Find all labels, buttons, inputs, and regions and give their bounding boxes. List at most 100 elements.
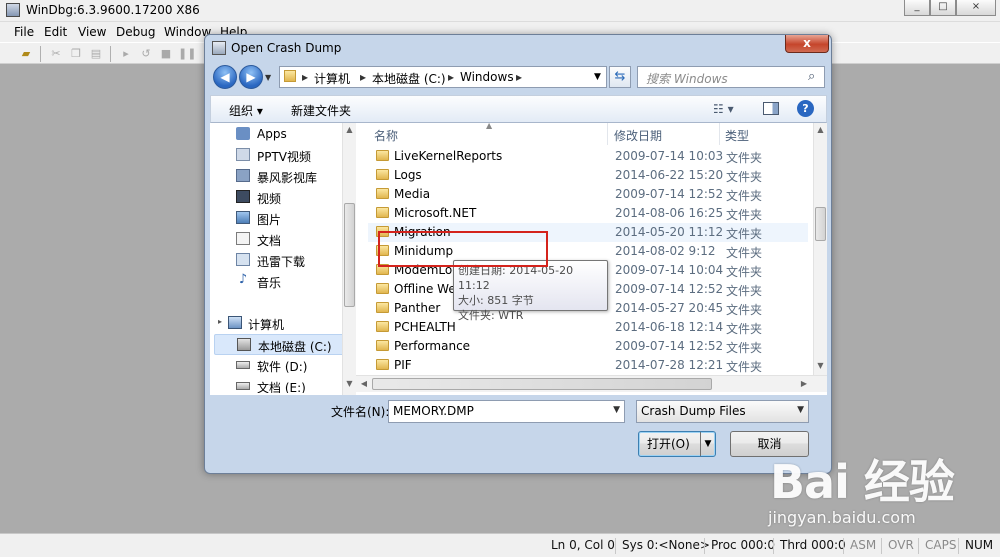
minimize-button[interactable]: _ [904, 0, 930, 16]
back-button[interactable]: ◀ [213, 65, 237, 89]
scroll-left-icon[interactable]: ◀ [358, 377, 370, 391]
column-divider [607, 123, 608, 145]
file-row-media[interactable]: Media 2009-07-14 12:52 文件夹 [368, 185, 808, 204]
nav-item-pictures[interactable]: 图片 [210, 208, 342, 229]
forward-button[interactable]: ▶ [239, 65, 263, 89]
status-bar: Ln 0, Col 0 Sys 0:<None> Proc 000:0 Thrd… [0, 533, 1000, 557]
restart-icon[interactable]: ↺ [138, 46, 154, 61]
file-row-performance[interactable]: Performance 2009-07-14 12:52 文件夹 [368, 337, 808, 356]
nav-item-computer[interactable]: ▸ 计算机 [210, 313, 342, 334]
view-options-icon[interactable]: ☷ ▾ [713, 102, 734, 116]
nav-scroll-thumb[interactable] [344, 203, 355, 307]
hscroll-thumb[interactable] [372, 378, 712, 390]
menu-debug[interactable]: Debug [116, 25, 155, 39]
nav-item-xunlei[interactable]: 迅雷下载 [210, 250, 342, 271]
breadcrumb-computer[interactable]: 计算机 [314, 70, 350, 87]
column-header-name[interactable]: 名称 [374, 127, 398, 149]
file-row-pif[interactable]: PIF 2014-07-28 12:21 文件夹 [368, 356, 808, 373]
pictures-library-icon [236, 211, 250, 224]
file-scroll-thumb[interactable] [815, 207, 826, 241]
dialog-close-button[interactable]: x [785, 35, 829, 53]
documents-library-icon [236, 232, 250, 245]
file-row-logs[interactable]: Logs 2014-06-22 15:20 文件夹 [368, 166, 808, 185]
organize-button[interactable]: 组织 ▾ [229, 102, 263, 119]
drive-icon [236, 361, 250, 369]
filename-input[interactable]: MEMORY.DMP ▼ [388, 400, 625, 423]
column-header-date[interactable]: 修改日期 [614, 127, 662, 149]
tooltip-created: 创建日期: 2014-05-20 11:12 [458, 264, 574, 292]
nav-item-drive-d[interactable]: 软件 (D:) [210, 355, 342, 376]
expand-arrow-icon[interactable]: ▸ [218, 317, 222, 326]
status-asm: ASM [843, 538, 876, 554]
video-library-icon [236, 190, 250, 203]
paste-icon[interactable]: ▤ [88, 46, 104, 61]
file-type-value: Crash Dump Files [641, 404, 746, 418]
baidu-watermark: Bai 经验 jingyan.baidu.com [740, 440, 1000, 530]
breadcrumb-separator: ▸ [516, 70, 523, 84]
status-ovr: OVR [881, 538, 914, 554]
library-icon [236, 169, 250, 182]
nav-item-music[interactable]: ♪ 音乐 [210, 271, 342, 292]
open-split-dropdown-icon[interactable]: ▼ [700, 432, 715, 456]
navigation-pane: Apps PPTV视频 暴风影视库 视频 图片 文档 迅雷下载 ♪ 音乐 ▸ 计算机… [210, 123, 356, 395]
downloads-library-icon [236, 253, 250, 266]
file-row-microsoft-net[interactable]: Microsoft.NET 2014-08-06 16:25 文件夹 [368, 204, 808, 223]
menu-view[interactable]: View [78, 25, 106, 39]
go-icon[interactable]: ▸ [118, 46, 134, 61]
scroll-up-icon[interactable]: ▲ [814, 123, 827, 137]
close-window-button[interactable]: × [956, 0, 996, 16]
cut-icon[interactable]: ✂ [48, 46, 64, 61]
folder-icon [376, 283, 389, 294]
file-type-select[interactable]: Crash Dump Files ▼ [636, 400, 809, 423]
scroll-up-icon[interactable]: ▲ [343, 123, 356, 137]
nav-item-baofeng[interactable]: 暴风影视库 [210, 166, 342, 187]
nav-pane-scrollbar[interactable]: ▲ ▼ [342, 123, 356, 395]
refresh-icon[interactable]: ⇆ [609, 66, 631, 88]
sort-arrow-icon: ▲ [486, 121, 493, 130]
file-list-scrollbar[interactable]: ▲ ▼ [813, 123, 827, 375]
folder-icon [376, 207, 389, 218]
library-icon [236, 148, 250, 161]
status-caps: CAPS [918, 538, 956, 554]
breadcrumb-windows[interactable]: Windows [460, 70, 514, 84]
scroll-right-icon[interactable]: ▶ [798, 377, 810, 391]
search-icon[interactable]: ⌕ [808, 69, 815, 84]
nav-item-apps[interactable]: Apps [210, 124, 342, 145]
filename-dropdown-icon[interactable]: ▼ [613, 405, 620, 415]
breadcrumb-local-disk[interactable]: 本地磁盘 (C:) [372, 70, 446, 87]
breadcrumb-separator: ▸ [302, 70, 309, 84]
menu-edit[interactable]: Edit [44, 25, 67, 39]
stop-icon[interactable]: ■ [158, 46, 174, 61]
open-folder-icon[interactable]: ▰ [18, 46, 34, 61]
new-folder-button[interactable]: 新建文件夹 [291, 102, 351, 119]
nav-item-videos[interactable]: 视频 [210, 187, 342, 208]
scroll-down-icon[interactable]: ▼ [343, 377, 356, 391]
file-row-livekernelreports[interactable]: LiveKernelReports 2009-07-14 10:03 文件夹 [368, 147, 808, 166]
file-list-hscrollbar[interactable]: ◀ ▶ [356, 375, 827, 392]
nav-item-pptv[interactable]: PPTV视频 [210, 145, 342, 166]
computer-icon [228, 316, 242, 329]
recent-pages-dropdown-icon[interactable]: ▼ [265, 73, 271, 82]
search-placeholder: 搜索 Windows [646, 72, 728, 86]
column-header-type[interactable]: 类型 [725, 127, 749, 149]
nav-item-documents[interactable]: 文档 [210, 229, 342, 250]
nav-item-local-disk-c[interactable]: 本地磁盘 (C:) [214, 334, 346, 355]
menu-file[interactable]: File [14, 25, 34, 39]
search-box[interactable]: 搜索 Windows ⌕ [637, 66, 825, 88]
maximize-button[interactable]: □ [930, 0, 956, 16]
preview-pane-icon[interactable] [763, 102, 779, 115]
address-dropdown-icon[interactable]: ▼ [594, 72, 601, 82]
status-line-col: Ln 0, Col 0 [551, 538, 615, 552]
scroll-down-icon[interactable]: ▼ [814, 359, 827, 373]
folder-icon [376, 169, 389, 180]
address-bar[interactable]: ▸ 计算机 ▸ 本地磁盘 (C:) ▸ Windows ▸ ▼ [279, 66, 607, 88]
nav-item-drive-e[interactable]: 文档 (E:) [210, 376, 342, 393]
watermark-url: jingyan.baidu.com [768, 508, 916, 527]
copy-icon[interactable]: ❐ [68, 46, 84, 61]
folder-icon [376, 340, 389, 351]
break-icon[interactable]: ❚❚ [178, 46, 196, 61]
open-button[interactable]: 打开(O) ▼ [638, 431, 716, 457]
breadcrumb-separator: ▸ [360, 70, 367, 84]
help-icon[interactable]: ? [797, 100, 814, 117]
file-type-dropdown-icon[interactable]: ▼ [797, 405, 804, 415]
